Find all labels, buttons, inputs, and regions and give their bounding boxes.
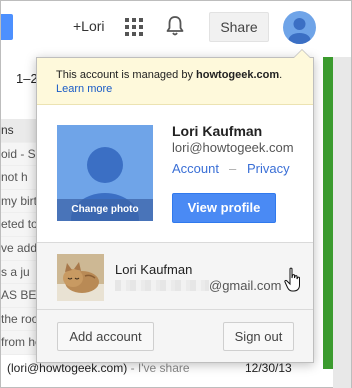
account-email: lori@howtogeek.com (172, 140, 294, 155)
share-button[interactable]: Share (209, 12, 269, 42)
list-item[interactable]: s a ju (1, 260, 41, 285)
list-item[interactable]: my birth (1, 189, 41, 214)
plus-user-link[interactable]: +Lori (73, 18, 105, 34)
table-row[interactable]: (lori@howtogeek.com) - I've share 12/30/… (1, 361, 333, 379)
privacy-link[interactable]: Privacy (247, 161, 290, 176)
page-range: 1–2 (16, 71, 38, 86)
cat-avatar (57, 254, 104, 301)
list-item[interactable]: ve add (1, 236, 41, 261)
managed-notice: This account is managed by howtogeek.com… (37, 58, 313, 105)
row-sender: (lori@howtogeek.com) - I've share (7, 361, 190, 375)
other-account-name: Lori Kaufman (115, 262, 193, 277)
popup-footer: Add account Sign out (37, 310, 313, 362)
account-popup: This account is managed by howtogeek.com… (36, 49, 314, 363)
view-profile-button[interactable]: View profile (172, 193, 276, 223)
other-account-email: @gmail.com (115, 278, 281, 293)
link-separator: – (229, 161, 237, 176)
list-item[interactable]: not h (1, 166, 41, 190)
list-item[interactable]: AS BE (1, 284, 41, 308)
account-name: Lori Kaufman (172, 123, 263, 139)
profile-photo[interactable]: Change photo (57, 125, 153, 221)
row-snippet: - I've share (127, 361, 190, 375)
message-list: ns oid - S not h my birth eted to ve add… (1, 119, 41, 355)
managed-domain: howtogeek.com (196, 69, 280, 81)
learn-more-link[interactable]: Learn more (56, 82, 313, 96)
list-item[interactable]: ns (1, 119, 41, 143)
list-item[interactable]: eted to (1, 213, 41, 237)
bell-icon[interactable] (165, 15, 185, 37)
popup-arrow (293, 49, 311, 58)
other-account-item[interactable]: Lori Kaufman @gmail.com (37, 242, 313, 310)
add-account-button[interactable]: Add account (57, 322, 154, 351)
list-item[interactable]: the roo (1, 307, 41, 332)
scrollbar[interactable] (333, 57, 351, 388)
redacted-text (115, 280, 209, 291)
change-photo-button[interactable]: Change photo (57, 199, 153, 221)
sign-out-button[interactable]: Sign out (223, 322, 294, 351)
list-item[interactable]: from he (1, 331, 41, 355)
cursor-hand-icon (284, 267, 300, 292)
avatar-icon[interactable] (283, 11, 316, 44)
row-date: 12/30/13 (245, 361, 292, 375)
account-link[interactable]: Account (172, 161, 219, 176)
apps-grid-icon[interactable] (125, 18, 143, 36)
list-item[interactable]: oid - S (1, 142, 41, 167)
side-strip (323, 57, 333, 369)
compose-button-edge[interactable] (1, 14, 13, 40)
